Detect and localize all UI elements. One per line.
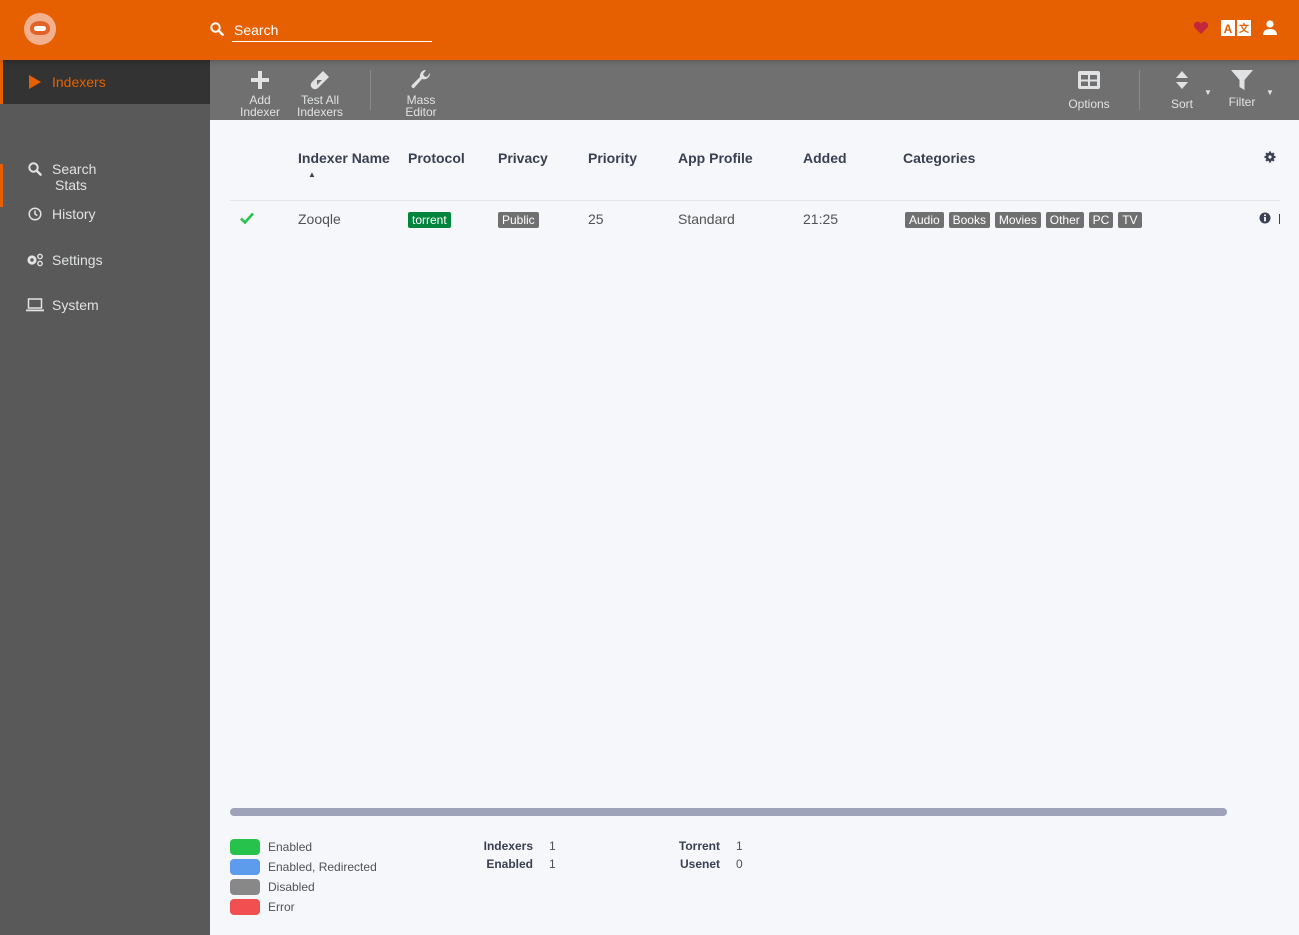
legend-swatch (230, 899, 260, 915)
horizontal-scrollbar[interactable] (230, 808, 1227, 816)
play-icon (26, 74, 44, 90)
column-header-added[interactable]: Added (803, 140, 903, 201)
sort-button[interactable]: Sort (1162, 60, 1202, 120)
info-icon[interactable] (1259, 211, 1271, 227)
test-all-indexers-button[interactable]: Test All Indexers (294, 60, 346, 120)
sidebar-item-label: Indexers (52, 74, 106, 90)
column-header-categories[interactable]: Categories (903, 140, 1243, 201)
sidebar-item-indexers[interactable]: Indexers (0, 60, 210, 104)
sort-caret-icon[interactable]: ▼ (1204, 88, 1212, 97)
categories-cell: Audio Books Movies Other PC TV (903, 200, 1243, 238)
actions-cell (1243, 200, 1280, 238)
flask-icon (309, 68, 331, 92)
sidebar-item-settings[interactable]: Settings (0, 238, 210, 282)
column-header-protocol[interactable]: Protocol (408, 140, 498, 201)
legend-item-enabled: Enabled (230, 837, 377, 857)
legend-item-enabled-redirected: Enabled, Redirected (230, 857, 377, 877)
added-cell: 21:25 (803, 211, 839, 228)
status-cell (230, 200, 298, 238)
translate-icon[interactable]: A文 (1221, 20, 1251, 41)
sidebar: Indexers Stats Search History Settings S… (0, 60, 210, 935)
sidebar-item-label: History (52, 206, 96, 222)
privacy-badge: Public (498, 211, 539, 228)
status-column-header (230, 140, 298, 201)
plus-icon (250, 68, 270, 92)
priority-cell: 25 (588, 211, 604, 228)
legend-item-disabled: Disabled (230, 877, 377, 897)
column-header-indexer-name[interactable]: Indexer Name ▲ (298, 140, 408, 201)
toolbar-separator (1139, 70, 1140, 110)
column-header-app-profile[interactable]: App Profile (678, 140, 803, 201)
sort-icon (1175, 68, 1189, 92)
top-header: A文 (0, 0, 1299, 60)
filter-button[interactable]: Filter (1222, 60, 1262, 120)
status-legend: Enabled Enabled, Redirected Disabled Err… (230, 837, 377, 917)
toolbar-separator (370, 70, 371, 110)
gear-icon (1264, 150, 1276, 166)
category-badge: Other (1045, 211, 1084, 228)
category-badge: Books (948, 211, 990, 228)
main-content: Indexer Name ▲ Protocol Privacy Priority … (210, 120, 1299, 935)
protocol-cell: torrent (408, 200, 498, 238)
heart-icon[interactable] (1193, 21, 1209, 40)
user-icon[interactable] (1263, 20, 1277, 41)
sidebar-item-search[interactable]: Search (0, 147, 210, 191)
indexer-name-cell[interactable]: Zooqle (298, 200, 408, 238)
search-box (208, 18, 432, 42)
privacy-cell: Public (498, 200, 588, 238)
sidebar-item-label: Search (52, 161, 97, 177)
table-row[interactable]: Zooqle torrent Public 25 Standard 21:25 … (230, 200, 1280, 238)
legend-swatch (230, 859, 260, 875)
edit-handle-icon[interactable] (1279, 214, 1280, 225)
wrench-icon (410, 68, 432, 92)
search-input[interactable] (232, 18, 432, 42)
filter-icon (1231, 68, 1253, 92)
cogs-icon (26, 252, 44, 268)
column-header-privacy[interactable]: Privacy (498, 140, 588, 201)
sidebar-item-system[interactable]: System (0, 283, 210, 327)
add-indexer-button[interactable]: Add Indexer (236, 60, 284, 120)
indexers-table: Indexer Name ▲ Protocol Privacy Priority … (230, 140, 1280, 238)
table-options-button[interactable] (1243, 140, 1280, 201)
filter-caret-icon[interactable]: ▼ (1266, 88, 1274, 97)
protocol-badge: torrent (408, 211, 451, 228)
search-icon (26, 161, 44, 177)
category-badge: Audio (905, 211, 944, 228)
sort-ascending-icon: ▲ (308, 170, 316, 179)
page-toolbar: Add Indexer Test All Indexers Mass Edito… (210, 60, 1299, 120)
app-profile-cell: Standard (678, 211, 735, 228)
sidebar-item-label: System (52, 297, 99, 313)
table-icon (1078, 68, 1100, 92)
category-badge: TV (1118, 211, 1142, 228)
svg-text:A: A (1224, 22, 1233, 36)
mass-editor-button[interactable]: Mass Editor (396, 60, 446, 120)
category-badge: Movies (994, 211, 1041, 228)
indexer-stats: Indexers 1 Enabled 1 (483, 839, 556, 871)
svg-text:文: 文 (1239, 22, 1250, 35)
search-icon (210, 22, 224, 36)
category-badge: PC (1088, 211, 1114, 228)
column-header-priority[interactable]: Priority (588, 140, 678, 201)
legend-swatch (230, 839, 260, 855)
options-button[interactable]: Options (1062, 60, 1116, 120)
check-icon (240, 211, 254, 227)
app-logo[interactable] (24, 13, 56, 45)
legend-swatch (230, 879, 260, 895)
sidebar-item-history[interactable]: History (0, 192, 210, 236)
sidebar-item-label: Settings (52, 252, 103, 268)
laptop-icon (26, 297, 44, 313)
legend-item-error: Error (230, 897, 377, 917)
protocol-stats: Torrent 1 Usenet 0 (678, 839, 743, 871)
clock-icon (26, 206, 44, 222)
